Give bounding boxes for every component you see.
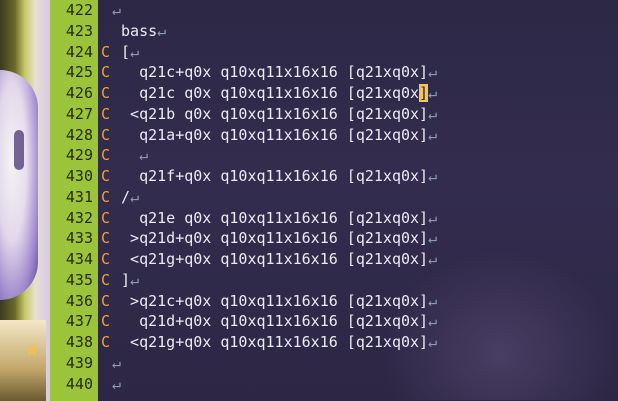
code-text: <q21g+q0x q10xq11x16x16 [q21xq0x] bbox=[112, 250, 429, 268]
line-number: 424 bbox=[65, 42, 93, 61]
line-break-icon: ↵ bbox=[428, 208, 438, 227]
line-break-icon: ↵ bbox=[428, 84, 438, 102]
wallpaper-character-art bbox=[0, 70, 38, 300]
editor-line[interactable]: 427 C <q21b q0x q10xq11x16x16 [q21xq0x]↵ bbox=[50, 104, 618, 125]
line-text[interactable]: q21f+q0x q10xq11x16x16 [q21xq0x]↵ bbox=[112, 166, 437, 187]
line-text[interactable]: >q21c+q0x q10xq11x16x16 [q21xq0x]↵ bbox=[112, 291, 437, 312]
editor-line[interactable]: 435 C ]↵ bbox=[50, 270, 618, 291]
code-text: <q21b q0x q10xq11x16x16 [q21xq0x] bbox=[112, 104, 429, 123]
code-text: [ bbox=[112, 42, 131, 61]
editor-line[interactable]: 428 C q21a+q0x q10xq11x16x16 [q21xq0x]↵ bbox=[50, 125, 618, 146]
line-number: 427 bbox=[65, 104, 93, 123]
line-break-icon: ↵ bbox=[428, 63, 438, 82]
line-break-icon: ↵ bbox=[428, 291, 438, 310]
editor-line[interactable]: 431 C /↵ bbox=[50, 187, 618, 208]
line-break-icon: ↵ bbox=[112, 1, 122, 19]
star-icon: ★ bbox=[24, 340, 41, 361]
line-break-icon: ↵ bbox=[130, 187, 140, 206]
line-number: 439 bbox=[65, 353, 93, 372]
editor-line[interactable]: 438 C <q21g+q0x q10xq11x16x16 [q21xq0x]↵ bbox=[50, 332, 618, 353]
editor-line[interactable]: 432 C q21e q0x q10xq11x16x16 [q21xq0x]↵ bbox=[50, 208, 618, 229]
code-text: q21c+q0x q10xq11x16x16 [q21xq0x] bbox=[112, 63, 429, 82]
line-number: 440 bbox=[65, 374, 93, 393]
editor-line[interactable]: 436 C >q21c+q0x q10xq11x16x16 [q21xq0x]↵ bbox=[50, 291, 618, 312]
line-text[interactable]: q21c+q0x q10xq11x16x16 [q21xq0x]↵ bbox=[112, 62, 437, 83]
line-text[interactable]: ↵ bbox=[112, 145, 148, 166]
editor-line[interactable]: 425 C q21c+q0x q10xq11x16x16 [q21xq0x]↵ bbox=[50, 62, 618, 83]
editor-line[interactable]: 429 C ↵ bbox=[50, 145, 618, 166]
line-number: 428 bbox=[65, 125, 93, 144]
line-number: 426 bbox=[65, 84, 93, 102]
text-editor[interactable]: 422 ↵ 423 bass↵ 424 C [↵ 425 C q21c+q0x q10xq1… bbox=[50, 0, 618, 401]
editor-line[interactable]: 424 C [↵ bbox=[50, 42, 618, 63]
line-text[interactable]: <q21b q0x q10xq11x16x16 [q21xq0x]↵ bbox=[112, 104, 437, 125]
line-number: 436 bbox=[65, 291, 93, 310]
code-text: q21c q0x q10xq11x16x16 [q21xq0x bbox=[112, 84, 420, 102]
line-break-icon: ↵ bbox=[428, 312, 438, 331]
line-text[interactable]: q21c q0x q10xq11x16x16 [q21xq0x]↵ bbox=[112, 83, 437, 104]
line-break-icon: ↵ bbox=[428, 125, 438, 144]
line-number: 430 bbox=[65, 167, 93, 185]
line-number: 423 bbox=[65, 21, 93, 40]
line-break-icon: ↵ bbox=[428, 167, 438, 185]
line-text[interactable]: [↵ bbox=[112, 42, 139, 63]
editor-line[interactable]: 439 ↵ bbox=[50, 353, 618, 374]
line-text[interactable]: ↵ bbox=[112, 353, 121, 374]
line-number: 438 bbox=[65, 333, 93, 351]
line-break-icon: ↵ bbox=[112, 353, 122, 372]
line-text[interactable]: /↵ bbox=[112, 187, 139, 208]
line-break-icon: ↵ bbox=[428, 229, 438, 248]
code-text: bass bbox=[112, 21, 158, 40]
wallpaper-detail bbox=[14, 130, 24, 170]
line-break-icon: ↵ bbox=[112, 374, 122, 393]
editor-line[interactable]: 430 C q21f+q0x q10xq11x16x16 [q21xq0x]↵ bbox=[50, 166, 618, 187]
line-text[interactable]: <q21g+q0x q10xq11x16x16 [q21xq0x]↵ bbox=[112, 249, 437, 270]
line-break-icon: ↵ bbox=[428, 333, 438, 351]
line-text[interactable]: ↵ bbox=[112, 0, 121, 21]
code-text: / bbox=[112, 187, 131, 206]
text-cursor: ] bbox=[419, 84, 429, 102]
line-text[interactable]: q21e q0x q10xq11x16x16 [q21xq0x]↵ bbox=[112, 208, 437, 229]
line-text[interactable]: ↵ bbox=[112, 374, 121, 395]
line-text[interactable]: bass↵ bbox=[112, 21, 166, 42]
desktop-wallpaper: ★ bbox=[0, 0, 50, 401]
line-break-icon: ↵ bbox=[428, 250, 438, 268]
line-text[interactable]: <q21g+q0x q10xq11x16x16 [q21xq0x]↵ bbox=[112, 332, 437, 353]
editor-line[interactable]: 422 ↵ bbox=[50, 0, 618, 21]
editor-line[interactable]: 437 C q21d+q0x q10xq11x16x16 [q21xq0x]↵ bbox=[50, 311, 618, 332]
code-text: q21a+q0x q10xq11x16x16 [q21xq0x] bbox=[112, 125, 429, 144]
editor-line[interactable]: 423 bass↵ bbox=[50, 21, 618, 42]
editor-line[interactable]: 433 C >q21d+q0x q10xq11x16x16 [q21xq0x]↵ bbox=[50, 228, 618, 249]
code-text: ] bbox=[112, 270, 131, 289]
line-break-icon: ↵ bbox=[130, 42, 140, 61]
line-number: 435 bbox=[65, 270, 93, 289]
line-number: 425 bbox=[65, 63, 93, 82]
line-text[interactable]: ]↵ bbox=[112, 270, 139, 291]
editor-line[interactable]: 440 ↵ bbox=[50, 374, 618, 395]
line-number: 433 bbox=[65, 229, 93, 248]
line-number: 432 bbox=[65, 208, 93, 227]
line-number: 437 bbox=[65, 312, 93, 331]
line-number: 422 bbox=[65, 1, 93, 19]
line-break-icon: ↵ bbox=[130, 270, 140, 289]
line-break-icon: ↵ bbox=[139, 146, 149, 165]
line-number: 429 bbox=[65, 146, 93, 165]
code-text: >q21d+q0x q10xq11x16x16 [q21xq0x] bbox=[112, 229, 429, 248]
line-number: 434 bbox=[65, 250, 93, 268]
code-text: >q21c+q0x q10xq11x16x16 [q21xq0x] bbox=[112, 291, 429, 310]
editor-line[interactable]: 434 C <q21g+q0x q10xq11x16x16 [q21xq0x]↵ bbox=[50, 249, 618, 270]
line-number: 431 bbox=[65, 187, 93, 206]
code-text: q21f+q0x q10xq11x16x16 [q21xq0x] bbox=[112, 167, 429, 185]
line-break-icon: ↵ bbox=[157, 21, 167, 40]
line-text[interactable]: >q21d+q0x q10xq11x16x16 [q21xq0x]↵ bbox=[112, 228, 437, 249]
line-break-icon: ↵ bbox=[428, 104, 438, 123]
code-text: q21e q0x q10xq11x16x16 [q21xq0x] bbox=[112, 208, 429, 227]
line-text[interactable]: q21d+q0x q10xq11x16x16 [q21xq0x]↵ bbox=[112, 311, 437, 332]
line-text[interactable]: q21a+q0x q10xq11x16x16 [q21xq0x]↵ bbox=[112, 125, 437, 146]
editor-line[interactable]: 426 C q21c q0x q10xq11x16x16 [q21xq0x]↵ bbox=[50, 83, 618, 104]
code-text: q21d+q0x q10xq11x16x16 [q21xq0x] bbox=[112, 312, 429, 331]
code-lines[interactable]: 422 ↵ 423 bass↵ 424 C [↵ 425 C q21c+q0x q10xq1… bbox=[50, 0, 618, 394]
code-text: <q21g+q0x q10xq11x16x16 [q21xq0x] bbox=[112, 333, 429, 351]
